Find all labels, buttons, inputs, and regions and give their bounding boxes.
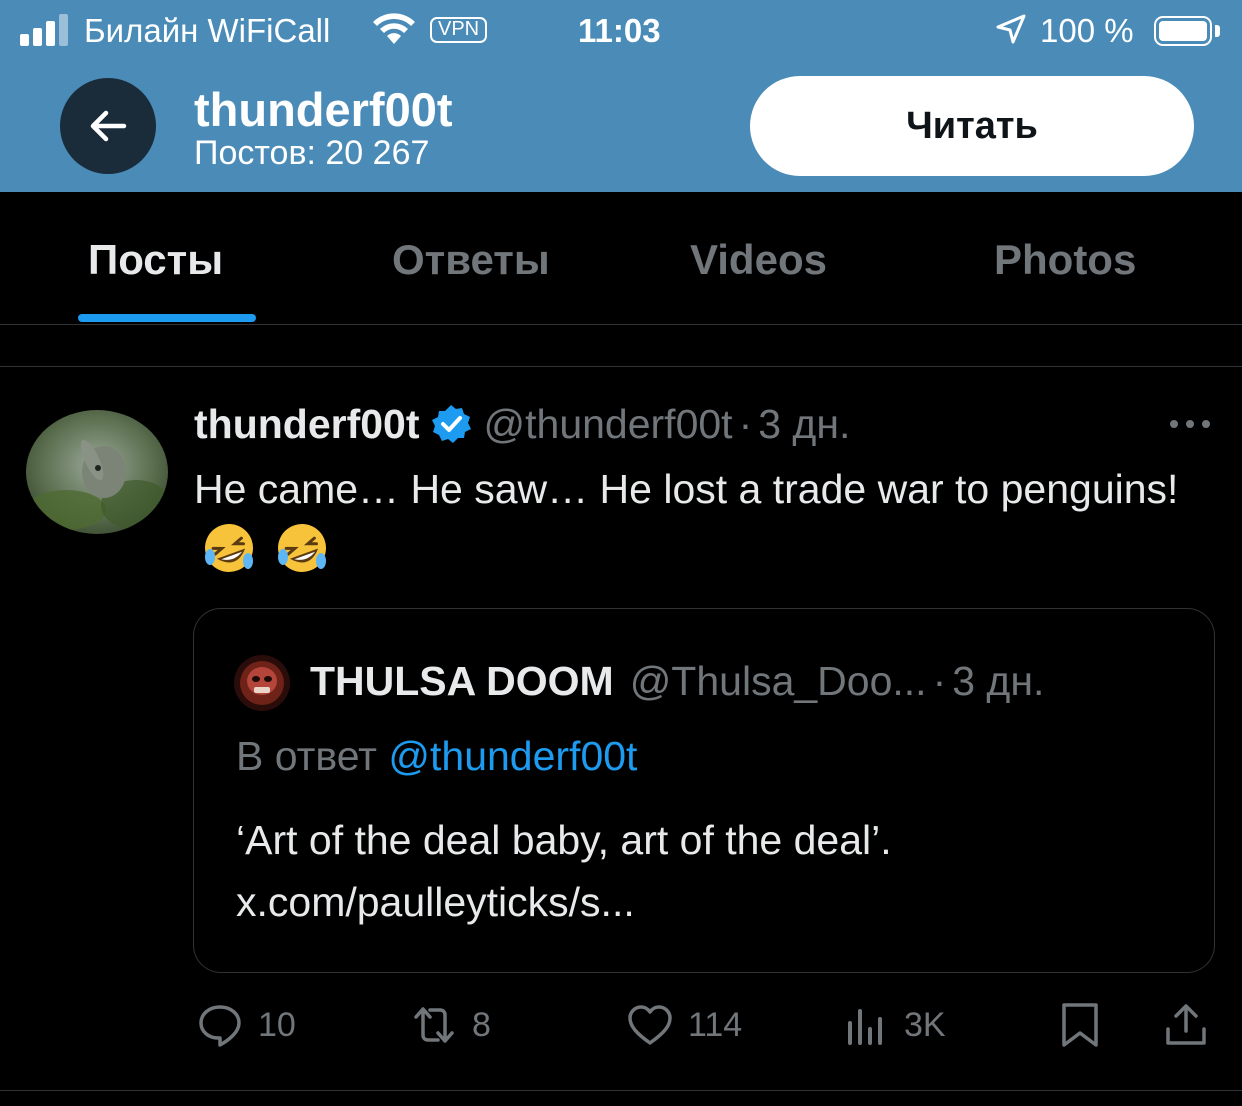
divider bbox=[0, 366, 1242, 367]
more-options-icon[interactable] bbox=[1168, 416, 1212, 432]
tweet-text-block: He came… He saw… He lost a trade war to … bbox=[194, 458, 1204, 582]
status-bar: Билайн WiFiCall VPN 11:03 100 % bbox=[0, 0, 1242, 64]
bookmark-icon bbox=[1062, 1003, 1098, 1047]
repost-button[interactable]: 8 bbox=[410, 998, 491, 1052]
rabbit-avatar-image bbox=[26, 410, 168, 534]
reply-context: В ответ @thunderf00t bbox=[236, 733, 637, 780]
separator-dot: · bbox=[932, 657, 947, 704]
views-button[interactable]: 3K bbox=[842, 998, 946, 1052]
verified-badge-icon bbox=[431, 405, 471, 443]
status-time: 11:03 bbox=[578, 12, 661, 49]
repost-count: 8 bbox=[472, 1005, 491, 1044]
heart-icon bbox=[628, 1005, 672, 1045]
arrow-left-icon bbox=[90, 110, 127, 142]
reply-button[interactable]: 10 bbox=[196, 998, 296, 1052]
like-count: 114 bbox=[688, 1005, 743, 1044]
active-tab-indicator bbox=[78, 314, 256, 322]
quoted-text-line: ‘Art of the deal baby, art of the deal’. bbox=[236, 817, 892, 863]
tweet-header: thunderf00t @thunderf00t · 3 дн. bbox=[194, 396, 850, 452]
author-avatar[interactable] bbox=[26, 410, 168, 534]
views-count: 3K bbox=[904, 1005, 946, 1044]
quoted-tweet-time: 3 дн. bbox=[952, 657, 1045, 704]
reply-prefix: В ответ bbox=[236, 733, 377, 779]
quoted-tweet-card[interactable]: THULSA DOOM @Thulsa_Doo... · 3 дн. В отв… bbox=[193, 608, 1215, 973]
rofl-emoji-icon bbox=[278, 524, 327, 572]
vpn-badge: VPN bbox=[430, 17, 488, 43]
rofl-emoji-icon bbox=[205, 524, 253, 572]
tab-videos[interactable]: Videos bbox=[690, 236, 827, 284]
quoted-tweet-header: THULSA DOOM @Thulsa_Doo... · 3 дн. bbox=[310, 653, 1044, 709]
share-icon bbox=[1166, 1004, 1206, 1045]
separator-dot: · bbox=[738, 400, 753, 447]
bookmark-button[interactable] bbox=[1056, 998, 1118, 1052]
reply-to-link[interactable]: @thunderf00t bbox=[388, 733, 637, 779]
views-chart-icon bbox=[848, 1009, 882, 1045]
profile-posts-count: Постов: 20 267 bbox=[194, 134, 430, 172]
tab-replies[interactable]: Ответы bbox=[392, 236, 550, 284]
quoted-author-avatar bbox=[234, 655, 290, 711]
battery-icon bbox=[1154, 16, 1212, 46]
tab-photos[interactable]: Photos bbox=[994, 236, 1136, 284]
back-button[interactable] bbox=[60, 78, 156, 174]
quoted-author-name: THULSA DOOM bbox=[310, 657, 614, 704]
reply-bubble-icon bbox=[199, 1005, 241, 1047]
tweet-time[interactable]: 3 дн. bbox=[758, 401, 850, 448]
cellular-signal-icon bbox=[20, 14, 68, 46]
carrier-name: Билайн WiFiCall bbox=[84, 12, 331, 49]
battery-percent: 100 % bbox=[1040, 12, 1134, 49]
follow-button[interactable]: Читать bbox=[750, 76, 1194, 176]
profile-header: Билайн WiFiCall VPN 11:03 100 % thunderf… bbox=[0, 0, 1242, 192]
profile-tabs: Посты Ответы Videos Photos bbox=[0, 192, 1242, 325]
repost-icon bbox=[414, 1007, 454, 1043]
skull-avatar-image bbox=[234, 655, 290, 711]
quoted-tweet-text: ‘Art of the deal baby, art of the deal’.… bbox=[236, 809, 1186, 933]
tab-posts[interactable]: Посты bbox=[88, 236, 223, 284]
tweet-author-handle[interactable]: @thunderf00t bbox=[484, 401, 733, 448]
share-button[interactable] bbox=[1162, 998, 1224, 1052]
divider bbox=[0, 1090, 1242, 1091]
quoted-link-text: x.com/paulleyticks/s... bbox=[236, 879, 635, 925]
quoted-author-handle: @Thulsa_Doo... bbox=[629, 657, 927, 704]
like-button[interactable]: 114 bbox=[626, 998, 742, 1052]
battery-tip bbox=[1215, 25, 1220, 37]
location-arrow-icon bbox=[996, 14, 1026, 44]
tweet-author-name[interactable]: thunderf00t bbox=[194, 401, 420, 448]
reply-count: 10 bbox=[258, 1005, 296, 1044]
tweet-text: He came… He saw… He lost a trade war to … bbox=[194, 466, 1179, 512]
battery-level bbox=[1159, 21, 1207, 41]
profile-name: thunderf00t bbox=[194, 83, 453, 136]
wifi-icon bbox=[373, 13, 415, 44]
